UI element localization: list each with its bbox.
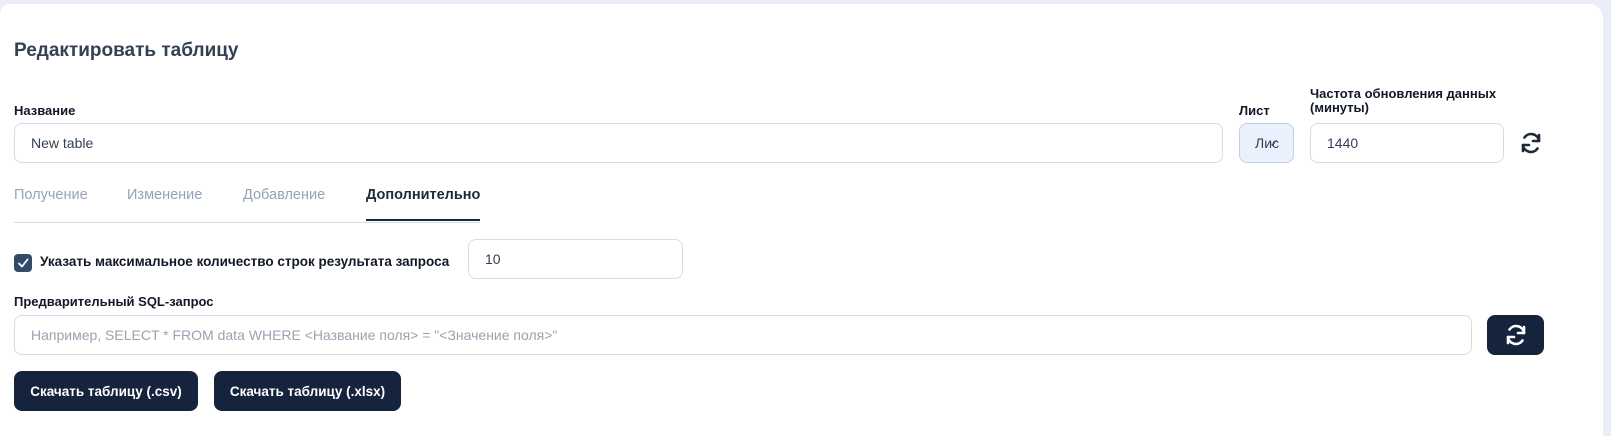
tab-add[interactable]: Добавление: [243, 187, 325, 203]
active-tab-indicator: [366, 219, 480, 221]
max-rows-input[interactable]: 10: [468, 239, 683, 279]
sheet-select[interactable]: Лис ✓: [1239, 123, 1294, 163]
sql-refresh-button[interactable]: [1487, 315, 1544, 355]
page-title: Редактировать таблицу: [14, 40, 239, 61]
max-rows-checkbox[interactable]: [14, 254, 32, 272]
name-label: Название: [14, 103, 76, 118]
sheet-label: Лист: [1239, 103, 1270, 118]
tabs-bar: Получение Изменение Добавление Дополните…: [14, 174, 480, 223]
download-xlsx-button[interactable]: Скачать таблицу (.xlsx): [214, 371, 401, 411]
chevron-down-icon: ✓: [1269, 138, 1279, 150]
frequency-label-line1: Частота обновления данных: [1310, 86, 1497, 101]
tab-edit[interactable]: Изменение: [127, 187, 202, 203]
check-icon: [18, 258, 29, 268]
refresh-icon: [1521, 132, 1541, 154]
download-csv-button[interactable]: Скачать таблицу (.csv): [14, 371, 198, 411]
edit-table-card: Редактировать таблицу Название New table…: [0, 4, 1603, 436]
frequency-label-line2: (минуты): [1310, 100, 1369, 115]
max-rows-label: Указать максимальное количество строк ре…: [40, 254, 450, 269]
tab-receive[interactable]: Получение: [14, 187, 88, 203]
frequency-input[interactable]: 1440: [1310, 123, 1504, 163]
refresh-icon: [1506, 324, 1525, 346]
name-input[interactable]: New table: [14, 123, 1223, 163]
sql-input[interactable]: Например, SELECT * FROM data WHERE <Назв…: [14, 315, 1472, 355]
tab-advanced[interactable]: Дополнительно: [366, 187, 480, 203]
frequency-label: Частота обновления данных (минуты): [1310, 87, 1496, 115]
sql-label: Предварительный SQL-запрос: [14, 294, 214, 309]
refresh-sheet-button[interactable]: [1518, 130, 1544, 156]
